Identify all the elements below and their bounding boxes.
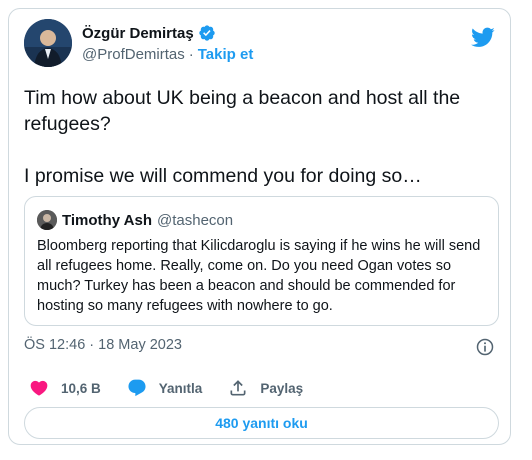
quoted-author-name: Timothy Ash bbox=[62, 211, 153, 229]
author-handle[interactable]: @ProfDemirtas bbox=[82, 46, 185, 63]
info-icon[interactable] bbox=[475, 337, 495, 357]
like-count: 10,6 B bbox=[61, 380, 101, 396]
share-button[interactable]: Paylaş bbox=[228, 378, 303, 398]
twitter-bird-icon[interactable] bbox=[471, 25, 495, 49]
reply-bubble-icon bbox=[128, 379, 146, 397]
tweet-card: Özgür Demirtaş @ProfDemirtas · Takip et … bbox=[8, 8, 511, 445]
tweet-paragraph: I promise we will commend you for doing … bbox=[24, 165, 422, 187]
quoted-author-avatar bbox=[37, 210, 57, 230]
reply-button[interactable]: Yanıtla bbox=[127, 378, 203, 398]
quoted-tweet-text: Bloomberg reporting that Kilicdaroglu is… bbox=[37, 238, 481, 314]
quoted-author-handle: @tashecon bbox=[157, 211, 234, 229]
reply-label: Yanıtla bbox=[158, 380, 203, 396]
share-icon bbox=[230, 380, 246, 396]
tweet-paragraph: Tim how about UK being a beacon and host… bbox=[24, 87, 461, 135]
quoted-tweet[interactable]: Timothy Ash @tashecon Bloomberg reportin… bbox=[24, 196, 499, 326]
tweet-text: Tim how about UK being a beacon and host… bbox=[24, 85, 504, 189]
tweet-header: Özgür Demirtaş @ProfDemirtas · Takip et bbox=[24, 19, 495, 69]
heart-icon bbox=[30, 380, 48, 396]
tweet-meta: ÖS 12:46 · 18 May 2023 bbox=[24, 337, 495, 357]
like-button[interactable]: 10,6 B bbox=[29, 378, 101, 398]
verified-badge-icon bbox=[199, 25, 215, 41]
author-name[interactable]: Özgür Demirtaş bbox=[82, 25, 194, 42]
share-label: Paylaş bbox=[260, 380, 304, 396]
separator-dot: · bbox=[188, 46, 194, 63]
read-replies-button[interactable]: 480 yanıtı oku bbox=[24, 407, 499, 439]
timestamp[interactable]: ÖS 12:46 · 18 May 2023 bbox=[24, 337, 182, 353]
action-bar: 10,6 B Yanıtla Paylaş bbox=[29, 377, 329, 399]
author-avatar[interactable] bbox=[24, 19, 72, 67]
follow-button[interactable]: Takip et bbox=[198, 46, 254, 63]
